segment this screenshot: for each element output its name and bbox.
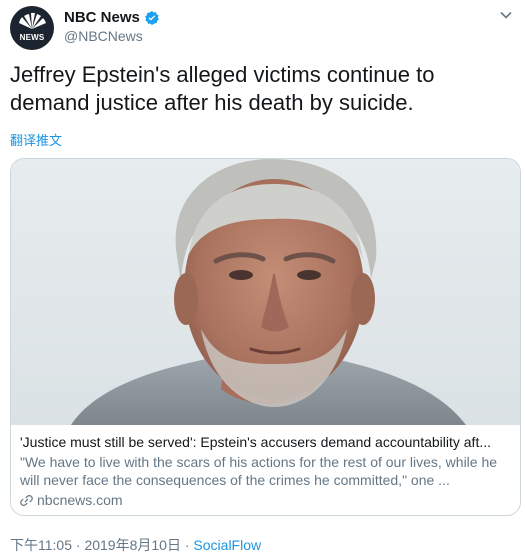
card-image[interactable] [11, 159, 520, 425]
tweet-meta: 下午11:05 · 2019年8月10日 · SocialFlow [10, 535, 261, 555]
author-handle[interactable]: @NBCNews [64, 28, 143, 44]
translate-tweet-link[interactable]: 翻译推文 [10, 130, 62, 149]
chevron-down-icon[interactable] [499, 8, 513, 22]
avatar[interactable]: NEWS [10, 6, 54, 50]
card-domain: nbcnews.com [37, 492, 123, 508]
tweet-header: NEWS NBC News @NBCNews [10, 6, 515, 50]
tweet-source-link[interactable]: SocialFlow [193, 537, 261, 553]
tweet-text: Jeffrey Epstein's alleged victims contin… [10, 62, 435, 115]
portrait-photo [11, 159, 520, 425]
meta-separator: · [72, 537, 85, 553]
verified-badge-icon [144, 10, 159, 25]
author-name[interactable]: NBC News [64, 9, 140, 26]
tweet-time[interactable]: 下午11:05 [10, 537, 72, 553]
link-preview-card[interactable]: 'Justice must still be served': Epstein'… [10, 158, 521, 516]
peacock-logo-icon [19, 12, 46, 29]
author-name-row[interactable]: NBC News [64, 9, 160, 26]
tweet-date[interactable]: 2019年8月10日 [84, 537, 181, 553]
meta-separator-2: · [180, 537, 194, 553]
card-title[interactable]: 'Justice must still be served': Epstein'… [20, 433, 513, 451]
avatar-label: NEWS [19, 33, 45, 42]
link-icon [20, 494, 33, 506]
card-body[interactable]: 'Justice must still be served': Epstein'… [20, 433, 513, 509]
card-description: "We have to live with the scars of his a… [20, 454, 498, 488]
card-domain-row: nbcnews.com [20, 491, 513, 509]
